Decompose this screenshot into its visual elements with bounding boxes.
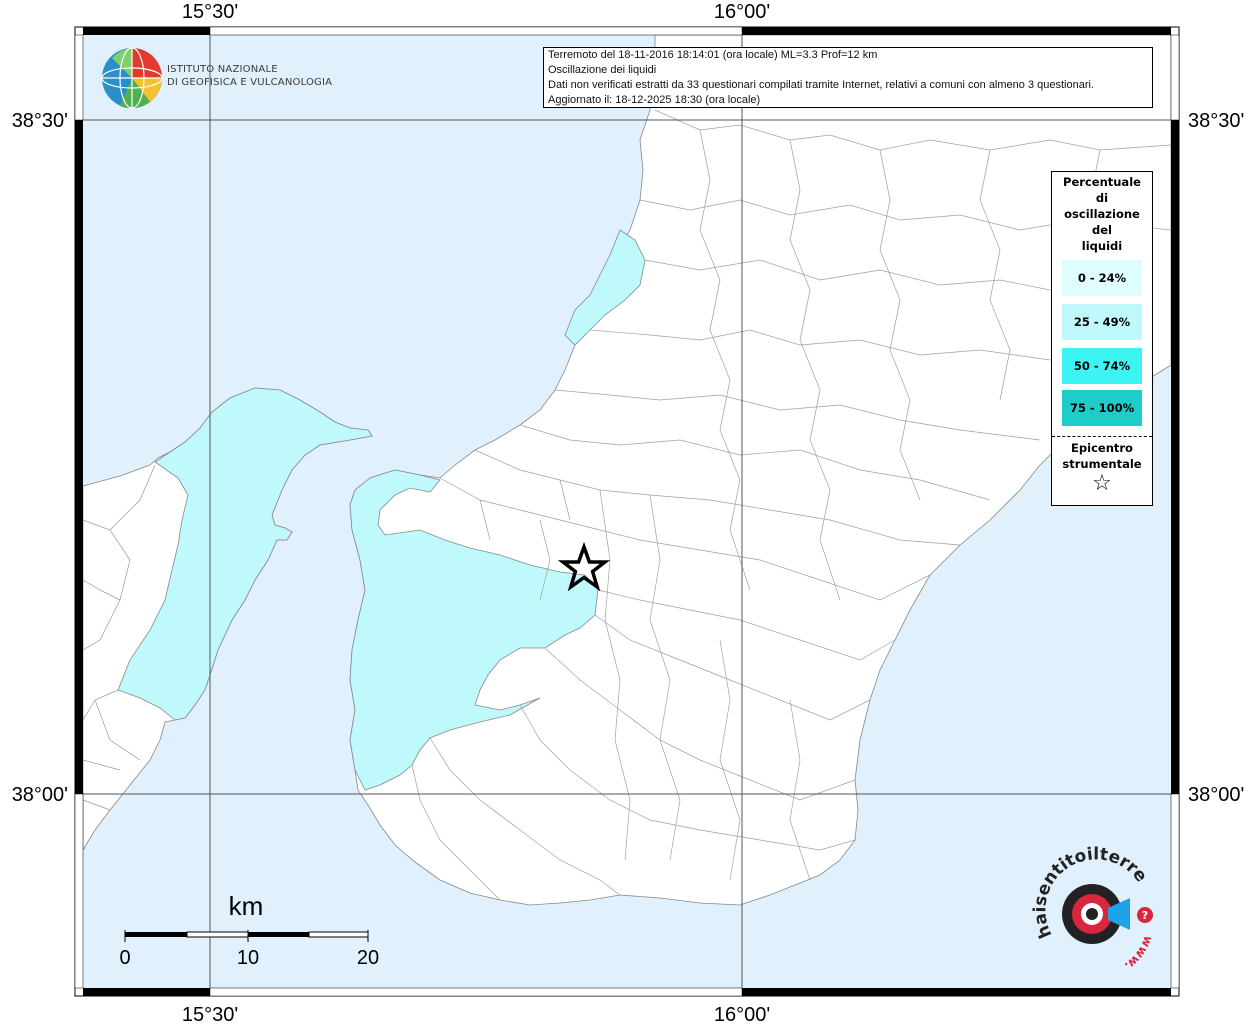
legend-title-line: del — [1092, 223, 1112, 237]
legend-star-icon: ☆ — [1092, 471, 1112, 496]
legend-epicenter-label: Epicentro strumentale — [1052, 437, 1152, 472]
ingv-name-line2: DI GEOFISICA E VULCANOLOGIA — [167, 77, 333, 88]
legend-item-50-74: 50 - 74% — [1062, 348, 1142, 384]
legend-title-line: di — [1095, 191, 1109, 205]
lat-tick-right-1: 38°30' — [1188, 110, 1244, 132]
lon-tick-top-1: 15°30' — [182, 1, 238, 23]
legend-panel: Percentuale di oscillazione del liquidi … — [1051, 171, 1153, 506]
map-canvas: 15°30' 16°00' 15°30' 16°00' 38°30' 38°00… — [0, 0, 1244, 1024]
ingv-name: ISTITUTO NAZIONALE DI GEOFISICA E VULCAN… — [167, 63, 332, 89]
legend-title: Percentuale di oscillazione del liquidi — [1052, 172, 1152, 254]
legend-item-0-24: 0 - 24% — [1062, 260, 1142, 296]
updated-date: Aggiornato il: 18-12-2025 18:30 (ora loc… — [548, 94, 761, 106]
event-info-box: Terremoto del 18-11-2016 18:14:01 (ora l… — [543, 47, 1153, 108]
legend-title-line: Percentuale — [1063, 175, 1141, 189]
lon-tick-bottom-2: 16°00' — [714, 1004, 770, 1024]
ingv-name-line1: ISTITUTO NAZIONALE — [167, 64, 278, 75]
legend-title-line: liquidi — [1081, 239, 1123, 253]
legend-epicenter-line: strumentale — [1062, 457, 1142, 471]
scale-label-10: 10 — [237, 947, 259, 969]
map-subject: Oscillazione dei liquidi — [548, 64, 657, 76]
legend-title-line: oscillazione — [1064, 207, 1140, 221]
ingv-globe-logo — [101, 47, 163, 109]
lat-tick-left-1: 38°30' — [12, 110, 68, 132]
scale-unit: km — [229, 891, 264, 921]
legend-item-75-100: 75 - 100% — [1062, 390, 1142, 426]
legend-epicenter-line: Epicentro — [1071, 441, 1133, 455]
scale-label-0: 0 — [119, 947, 130, 969]
lon-tick-top-2: 16°00' — [714, 1, 770, 23]
lat-tick-left-2: 38°00' — [12, 784, 68, 806]
scale-label-20: 20 — [357, 947, 379, 969]
svg-text:?: ? — [1142, 909, 1148, 922]
event-title: Terremoto del 18-11-2016 18:14:01 (ora l… — [548, 49, 878, 61]
lat-tick-right-2: 38°00' — [1188, 784, 1244, 806]
legend-item-25-49: 25 - 49% — [1062, 304, 1142, 340]
data-note: Dati non verificati estratti da 33 quest… — [548, 79, 1094, 91]
lon-tick-bottom-1: 15°30' — [182, 1004, 238, 1024]
